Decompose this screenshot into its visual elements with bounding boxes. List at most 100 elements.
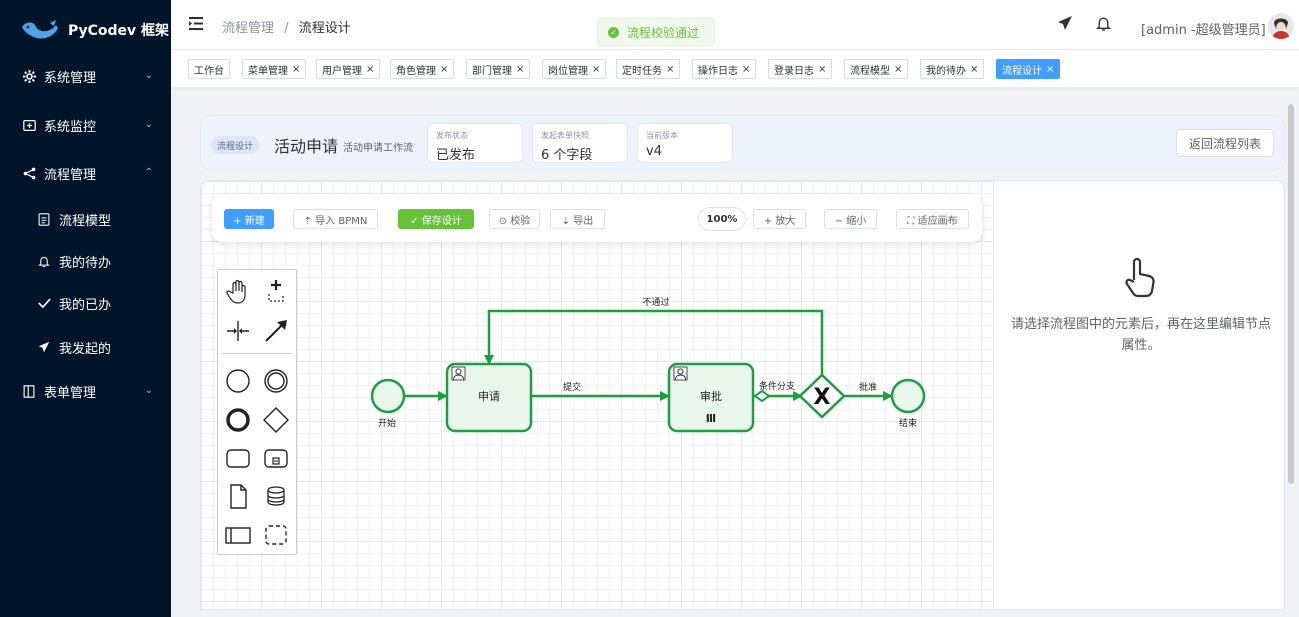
form-icon — [22, 384, 36, 398]
process-title: 活动申请 — [274, 137, 339, 156]
close-icon[interactable]: × — [818, 64, 826, 75]
end-event[interactable] — [890, 378, 926, 414]
start-event-label: 开始 — [378, 417, 396, 429]
tag-label: 岗位管理 — [548, 65, 588, 77]
tag-role-management[interactable]: 角色管理 × — [390, 59, 455, 79]
form-snapshot-box: 发起表单快照 6 个字段 — [532, 123, 628, 163]
tag-label: 流程模型 — [850, 65, 890, 77]
whale-logo-icon — [22, 20, 58, 39]
close-icon[interactable]: × — [592, 64, 600, 75]
monitor-icon — [22, 118, 36, 132]
sidebar-item-label: 我发起的 — [59, 341, 112, 357]
document-icon — [37, 212, 51, 226]
pointer-hand-icon — [1125, 257, 1155, 298]
toast-message: 流程校验通过 — [627, 25, 700, 40]
bpmn-canvas[interactable]: + 新建 ⇡ 导入 BPMN ✓ 保存设计 ⊙ 校验 ⇣ 导出 100% + 放… — [200, 180, 994, 610]
flow-rejected-label: 不通过 — [642, 296, 669, 308]
back-to-list-button[interactable]: 返回流程列表 — [1176, 129, 1274, 157]
flow-rejected[interactable] — [484, 309, 824, 376]
publish-status-box: 发布状态 已发布 — [427, 123, 523, 163]
tag-dept-management[interactable]: 部门管理 × — [466, 59, 531, 79]
menu-fold-icon[interactable] — [189, 17, 203, 30]
close-icon[interactable]: × — [292, 64, 300, 75]
meta-label: 发起表单快照 — [541, 131, 589, 140]
sidebar-item-my-done[interactable]: 我的已办 — [0, 285, 171, 321]
success-toast: ✓ 流程校验通过 — [597, 18, 715, 46]
breadcrumb-separator: / — [284, 21, 289, 36]
sidebar-item-system-monitor[interactable]: 系统监控 ⌄ — [0, 107, 171, 143]
flow-diamond-source-marker — [753, 389, 771, 403]
sidebar-item-form-management[interactable]: 表单管理 ⌄ — [0, 373, 171, 409]
meta-value: 已发布 — [436, 148, 476, 163]
sidebar-item-my-todo[interactable]: 我的待办 — [0, 243, 171, 279]
sidebar-item-workflow-management[interactable]: 流程管理 ⌃ — [0, 155, 171, 191]
chevron-down-icon: ⌄ — [144, 119, 153, 130]
tag-workflow-model[interactable]: 流程模型 × — [844, 59, 909, 79]
tag-operation-log[interactable]: 操作日志 × — [692, 59, 757, 79]
bell-icon[interactable] — [1096, 15, 1111, 32]
gear-icon — [22, 69, 36, 83]
sidebar-item-system-management[interactable]: 系统管理 ⌄ — [0, 58, 171, 94]
chevron-up-icon: ⌃ — [144, 167, 153, 178]
tag-my-todo[interactable]: 我的待办 × — [920, 59, 985, 79]
flow-branch-label: 条件分支 — [759, 380, 795, 392]
meta-value: v4 — [646, 144, 662, 159]
tag-label: 登录日志 — [774, 65, 814, 77]
meta-value: 6 个字段 — [541, 148, 593, 163]
tag-label: 流程设计 — [1002, 65, 1042, 77]
tag-dashboard[interactable]: 工作台 — [188, 59, 230, 79]
tag-label: 用户管理 — [322, 65, 362, 77]
gateway-x-mark: X — [814, 385, 831, 410]
process-info-card: 流程设计 活动申请 活动申请工作流 发布状态 已发布 发起表单快照 6 个字段 … — [200, 115, 1285, 170]
close-icon[interactable]: × — [666, 64, 674, 75]
sidebar-item-my-started[interactable]: 我发起的 — [0, 329, 171, 365]
flow-approved-label: 批准 — [859, 381, 877, 393]
sidebar-item-label: 表单管理 — [44, 385, 97, 401]
close-icon[interactable]: × — [440, 64, 448, 75]
tag-post-management[interactable]: 岗位管理 × — [542, 59, 607, 79]
sidebar-item-label: 我的已办 — [59, 297, 112, 313]
tag-label: 我的待办 — [926, 65, 966, 77]
user-name[interactable]: [admin -超级管理员] — [1141, 19, 1266, 38]
tag-login-log[interactable]: 登录日志 × — [768, 59, 833, 79]
sidebar-item-label: 系统管理 — [44, 70, 97, 86]
close-icon[interactable]: × — [366, 64, 374, 75]
tag-menu-management[interactable]: 菜单管理 × — [242, 59, 307, 79]
tag-label: 菜单管理 — [248, 65, 288, 77]
send-icon — [37, 340, 51, 354]
close-icon[interactable]: × — [742, 64, 750, 75]
end-event-label: 结束 — [899, 417, 917, 429]
meta-label: 发布状态 — [436, 131, 468, 140]
tag-user-management[interactable]: 用户管理 × — [316, 59, 381, 79]
sidebar-item-workflow-model[interactable]: 流程模型 — [0, 201, 171, 237]
tag-label: 操作日志 — [698, 65, 738, 77]
sidebar-item-label: 流程模型 — [59, 213, 112, 229]
check-circle-icon: ✓ — [608, 26, 619, 38]
breadcrumb-current: 流程设计 — [298, 21, 351, 36]
app-root: PyCodev 框架 系统管理 ⌄ 系统监控 ⌄ 流程管理 ⌃ 流程模型 我的待… — [0, 0, 1299, 617]
app-logo[interactable]: PyCodev 框架 — [0, 0, 171, 60]
sidebar-item-label: 流程管理 — [44, 167, 97, 183]
close-icon[interactable]: × — [894, 64, 902, 75]
page-type-pill: 流程设计 — [211, 136, 260, 154]
start-event[interactable] — [370, 378, 406, 414]
bpmn-diagram: 开始 申请 提交 审批 Ⅲ 条件分支 X 批准 不通过 结束 — [370, 296, 926, 433]
tag-label: 角色管理 — [396, 65, 436, 77]
avatar[interactable] — [1268, 13, 1294, 39]
tag-scheduled-tasks[interactable]: 定时任务 × — [616, 59, 681, 79]
page-scrollbar[interactable] — [1288, 104, 1294, 484]
properties-hint: 请选择流程图中的元素后，再在这里编辑节点属性。 — [1010, 317, 1271, 353]
multi-instance-icon: Ⅲ — [706, 412, 716, 425]
close-icon[interactable]: × — [1046, 64, 1054, 75]
sidebar: PyCodev 框架 系统管理 ⌄ 系统监控 ⌄ 流程管理 ⌃ 流程模型 我的待… — [0, 0, 171, 617]
close-icon[interactable]: × — [516, 64, 524, 75]
meta-label: 当前版本 — [646, 131, 678, 140]
send-icon[interactable] — [1057, 15, 1073, 31]
close-icon[interactable]: × — [970, 64, 978, 75]
tag-workflow-design[interactable]: 流程设计 × — [996, 59, 1061, 79]
current-version-box: 当前版本 v4 — [637, 123, 733, 163]
breadcrumb-item[interactable]: 流程管理 — [222, 21, 274, 36]
process-subtitle: 活动申请工作流 — [343, 143, 413, 154]
top-header: 流程管理 / 流程设计 ✓ 流程校验通过 [admin -超级管理员] — [171, 0, 1299, 50]
check-icon — [37, 296, 51, 310]
